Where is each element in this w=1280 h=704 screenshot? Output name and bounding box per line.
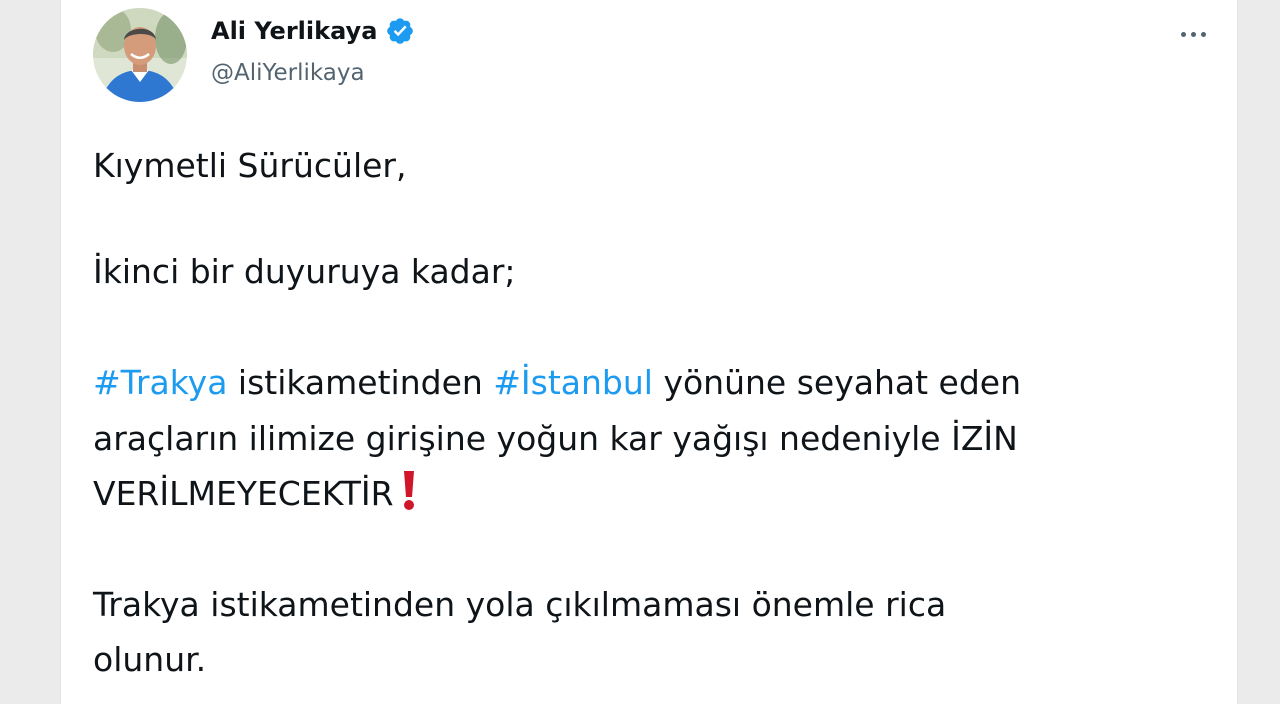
tweet-emphasis-text: VERİLMEYECEKTİR bbox=[93, 474, 394, 513]
tweet-line-greeting: Kıymetli Sürücüler, bbox=[93, 146, 407, 185]
avatar[interactable] bbox=[93, 8, 187, 102]
verified-badge-icon bbox=[387, 18, 414, 44]
hashtag-trakya[interactable]: #Trakya bbox=[93, 363, 227, 402]
hashtag-istanbul[interactable]: #İstanbul bbox=[493, 363, 653, 402]
tweet-line-3: #Trakya istikametinden #İstanbul yönüne … bbox=[93, 355, 1203, 411]
more-dot bbox=[1180, 31, 1186, 37]
avatar-image bbox=[93, 8, 187, 102]
red-exclamation-icon bbox=[403, 471, 414, 510]
tweet-line-4: araçların ilimize girişine yoğun kar yağ… bbox=[93, 419, 1018, 458]
tweet-segment: istikametinden bbox=[227, 363, 494, 402]
tweet-line-2: İkinci bir duyuruya kadar; bbox=[93, 252, 516, 291]
tweet-line-7: olunur. bbox=[93, 640, 207, 679]
tweet-card: Ali Yerlikaya @AliYerlikaya Kıymetli Sür… bbox=[60, 0, 1238, 704]
author-name[interactable]: Ali Yerlikaya bbox=[211, 16, 415, 46]
more-dot bbox=[1200, 31, 1206, 37]
tweet-segment: yönüne seyahat eden bbox=[652, 363, 1021, 402]
more-options-icon[interactable] bbox=[1171, 16, 1215, 52]
tweet-line-6: Trakya istikametinden yola çıkılmaması ö… bbox=[93, 585, 947, 624]
tweet-line-5: VERİLMEYECEKTİR bbox=[93, 466, 1203, 522]
author-handle[interactable]: @AliYerlikaya bbox=[211, 60, 365, 86]
author-name-text[interactable]: Ali Yerlikaya bbox=[211, 17, 377, 45]
more-dot bbox=[1190, 31, 1196, 37]
